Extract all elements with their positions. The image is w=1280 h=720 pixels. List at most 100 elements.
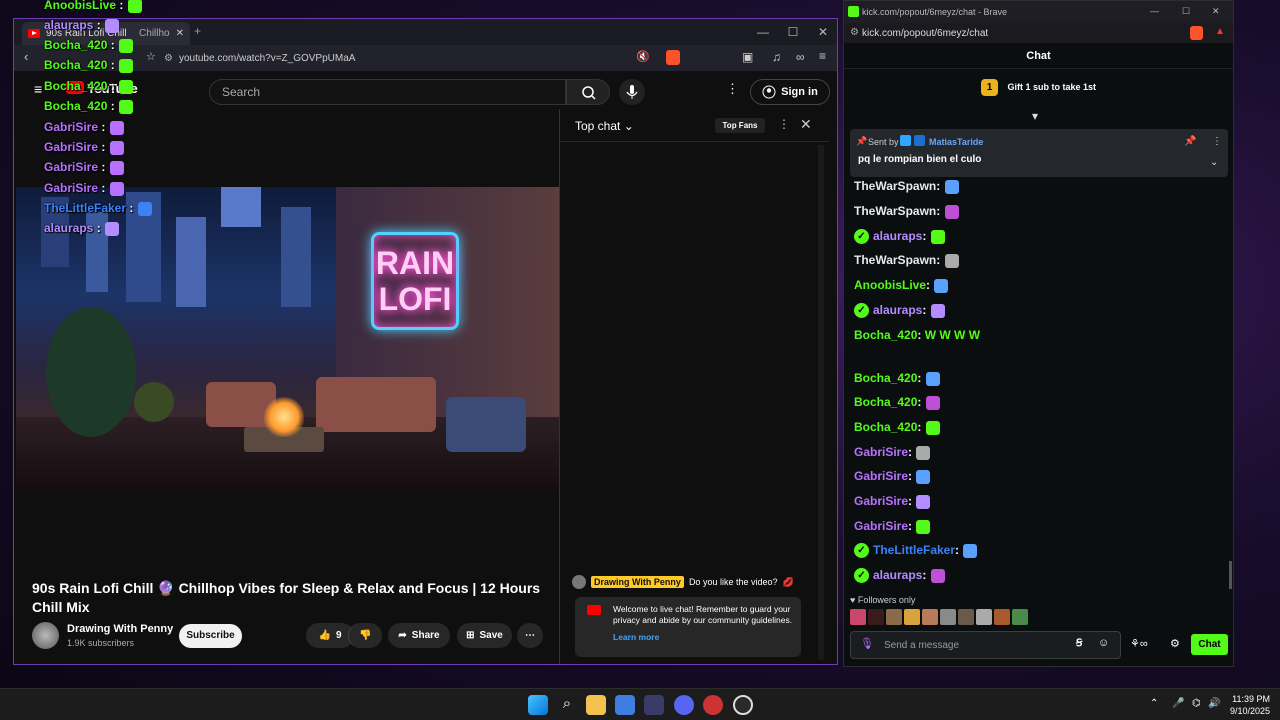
chat-username[interactable]: Bocha_420 [854,328,917,342]
chat-more-icon[interactable]: ⋮ [778,117,790,131]
overlay-separator: : [116,0,127,12]
address-bar[interactable]: ⚙ youtube.com/watch?v=Z_GOVPpUMaA [164,48,634,68]
maximize-icon[interactable]: ☐ [784,23,802,41]
settings-gear-icon[interactable]: ⚙ [1170,637,1180,650]
pinned-more-icon[interactable]: ⋮ [1212,136,1222,147]
obs-icon[interactable] [733,695,753,715]
close-chat-icon[interactable]: ✕ [800,116,812,133]
expand-leaderboard-icon[interactable]: ▾ [1032,109,1038,123]
learn-more-link[interactable]: Learn more [613,632,793,643]
chat-username[interactable]: GabriSire [854,494,908,508]
more-actions-button[interactable]: ⋯ [517,623,543,648]
points-icon[interactable]: ⚘∞ [1130,637,1148,650]
chatter-avatar[interactable] [904,609,920,625]
chat-username[interactable]: GabriSire [854,519,908,533]
gift-sub-banner[interactable]: 1 Gift 1 sub to take 1st [844,79,1233,96]
search-button[interactable] [566,79,610,105]
close-window-icon[interactable]: ✕ [1212,6,1220,17]
microphone-icon[interactable]: 🎤 [1172,698,1184,709]
close-tab-icon[interactable]: ✕ [176,28,184,39]
chatter-avatar[interactable] [976,609,992,625]
share-button[interactable]: ➦ Share [388,623,450,648]
chatter-avatar[interactable] [940,609,956,625]
chat-username[interactable]: Bocha_420 [854,395,917,409]
chatter-avatar[interactable] [958,609,974,625]
system-clock[interactable]: 11:39 PM 9/10/2025 [1230,693,1270,717]
close-window-icon[interactable]: ✕ [814,23,832,41]
dislike-button[interactable]: 👎 [348,623,382,648]
mute-icon[interactable]: 🔇 [636,50,650,63]
chat-username[interactable]: AnoobisLive [854,278,926,292]
chat-username[interactable]: TheWarSpawn [854,253,936,267]
brave-shield-icon[interactable] [666,50,680,65]
more-options-icon[interactable]: ⋮ [726,81,739,97]
chatter-avatar[interactable] [922,609,938,625]
menu-icon[interactable]: ≡ [819,49,826,63]
channel-avatar[interactable] [32,622,59,649]
emoji-icon[interactable]: ☺ [1098,637,1109,649]
pinned-username[interactable]: MatiasTaride [929,137,983,147]
media-icon[interactable]: ♫ [772,50,781,64]
search-input[interactable]: Search [209,79,566,105]
chatter-avatar[interactable] [994,609,1010,625]
wallet-icon[interactable]: ∞ [796,50,805,64]
chat-separator: : [936,253,944,267]
overlay-separator: : [98,140,109,154]
brave-icon[interactable] [703,695,723,715]
sign-in-button[interactable]: Sign in [750,79,830,105]
chat-username[interactable]: TheWarSpawn [854,204,936,218]
browser-app-icon[interactable] [644,695,664,715]
voice-search-button[interactable] [619,79,645,105]
subscriber-count: 1.9K subscribers [67,638,135,648]
new-tab-icon[interactable]: + [194,24,201,38]
expand-icon[interactable]: ⌄ [1210,157,1218,168]
unpin-icon[interactable]: 📌 [1184,136,1196,147]
like-button[interactable]: 👍 9 [306,623,354,648]
kick-address-bar[interactable]: ⚙ kick.com/popout/6meyz/chat ▲ [844,23,1233,43]
store-icon[interactable] [615,695,635,715]
sidebar-icon[interactable]: ▣ [742,50,753,64]
bookmark-icon[interactable]: ☆ [146,50,156,63]
subscribe-button[interactable]: Subscribe [179,624,242,648]
emote-icon[interactable]: 🎙 [860,637,874,650]
channel-name[interactable]: Drawing With Penny [67,623,173,635]
start-menu-icon[interactable] [528,695,548,715]
volume-icon[interactable]: 🔊 [1208,698,1220,709]
chatter-avatar[interactable] [886,609,902,625]
overlay-emote [119,99,134,114]
chat-username[interactable]: TheWarSpawn [854,179,936,193]
top-chat-dropdown[interactable]: Top chat ⌄ [575,119,634,133]
network-icon[interactable]: ⌬ [1192,698,1201,709]
overlay-separator: : [126,201,137,215]
chatter-avatar[interactable] [868,609,884,625]
minimize-icon[interactable]: — [1150,6,1159,16]
chat-scrollbar[interactable] [1229,561,1232,589]
chatter-avatar[interactable] [850,609,866,625]
chat-username[interactable]: GabriSire [854,469,908,483]
chat-username[interactable]: alauraps [873,568,922,582]
tray-chevron-icon[interactable]: ⌃ [1150,698,1158,709]
chat-emote [944,204,959,219]
top-fans-badge[interactable]: Top Fans [715,118,765,133]
brave-rewards-icon[interactable]: ▲ [1215,26,1225,37]
maximize-icon[interactable]: ☐ [1182,6,1190,17]
chat-username[interactable]: Bocha_420 [854,420,917,434]
save-button[interactable]: ⊞ Save [457,623,512,648]
back-icon[interactable]: ‹ [24,49,28,64]
file-explorer-icon[interactable] [586,695,606,715]
chat-username[interactable]: alauraps [873,303,922,317]
search-icon[interactable]: ⌕ [557,695,577,715]
hamburger-icon[interactable]: ≡ [34,81,42,97]
chat-username[interactable]: alauraps [873,229,922,243]
site-info-icon[interactable]: ⚙ [850,27,859,38]
brave-shield-icon[interactable] [1190,26,1203,40]
translate-icon[interactable]: Ꞩ [1076,638,1082,649]
chat-username[interactable]: GabriSire [854,445,908,459]
send-chat-button[interactable]: Chat [1191,634,1228,655]
chat-username[interactable]: TheLittleFaker [873,543,955,557]
site-info-icon[interactable]: ⚙ [164,53,173,64]
discord-icon[interactable] [674,695,694,715]
chatter-avatar[interactable] [1012,609,1028,625]
chat-username[interactable]: Bocha_420 [854,371,917,385]
minimize-icon[interactable]: — [754,23,772,41]
